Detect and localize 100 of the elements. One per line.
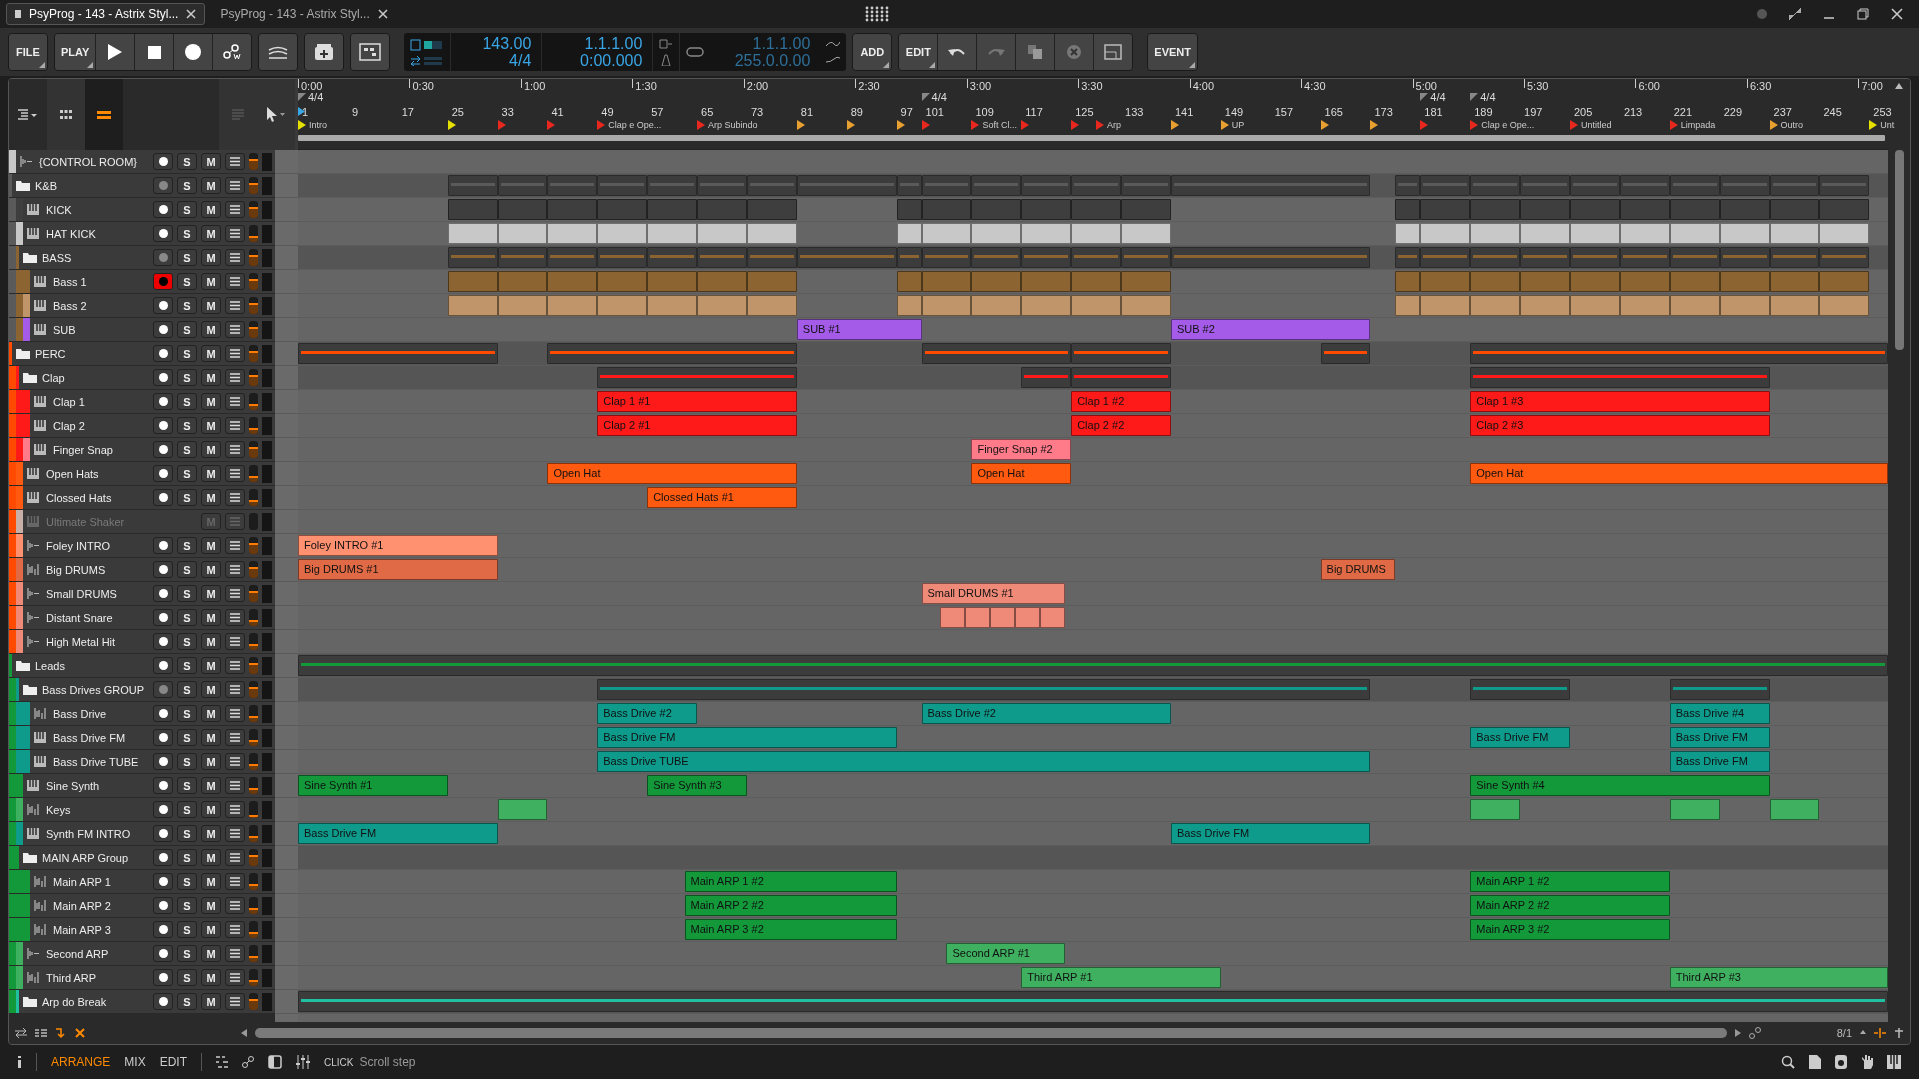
record-arm-button[interactable] <box>153 489 173 506</box>
group-clip[interactable] <box>896 175 922 196</box>
track-header[interactable]: Bass Drive S M <box>9 702 275 726</box>
clip[interactable]: Foley INTRO #1 <box>298 535 498 556</box>
clip[interactable]: Clossed Hats #1 <box>647 487 797 508</box>
close-icon[interactable] <box>1891 8 1903 20</box>
clip[interactable] <box>1819 199 1870 220</box>
clip[interactable]: Main ARP 1 #2 <box>684 871 897 892</box>
mixer-icon[interactable] <box>296 1055 311 1069</box>
list-icon[interactable] <box>35 1028 47 1038</box>
tempo-value[interactable]: 143.00 <box>482 35 532 52</box>
track-menu-button[interactable] <box>225 489 245 506</box>
group-clip[interactable] <box>697 175 747 196</box>
group-clip[interactable] <box>921 175 972 196</box>
cue-marker-icon[interactable] <box>1420 120 1429 130</box>
group-clip[interactable] <box>1619 175 1670 196</box>
track-menu-button[interactable] <box>225 777 245 794</box>
clip[interactable] <box>547 271 598 292</box>
clip[interactable] <box>1520 295 1570 316</box>
track-header[interactable]: Bass Drive FM S M <box>9 726 275 750</box>
group-clip[interactable] <box>1071 343 1171 364</box>
keyboard-icon[interactable] <box>1887 1055 1901 1069</box>
clip[interactable] <box>447 223 498 244</box>
mute-button[interactable]: M <box>201 369 221 386</box>
clip[interactable] <box>1570 271 1620 292</box>
clip[interactable] <box>1021 223 1072 244</box>
view-tab[interactable]: ARRANGE <box>51 1055 111 1069</box>
record-arm-button[interactable] <box>153 297 173 314</box>
clip[interactable]: Finger Snap #2 <box>971 439 1072 460</box>
solo-button[interactable]: S <box>177 393 197 410</box>
clip[interactable]: SUB #2 <box>1170 319 1371 340</box>
solo-button[interactable]: S <box>177 705 197 722</box>
clip[interactable]: Open Hat <box>971 463 1072 484</box>
clip[interactable]: Sine Synth #3 <box>647 775 747 796</box>
add-button[interactable]: ADD <box>853 34 892 70</box>
clip[interactable] <box>1669 799 1720 820</box>
mute-button[interactable]: M <box>201 801 221 818</box>
clip[interactable] <box>1420 295 1471 316</box>
clip[interactable] <box>1719 223 1770 244</box>
clip[interactable]: Bass Drive FM <box>1470 727 1570 748</box>
clip[interactable] <box>1021 295 1072 316</box>
info-icon[interactable] <box>18 1056 22 1068</box>
group-clip[interactable] <box>647 175 698 196</box>
cue-marker-icon[interactable] <box>447 120 456 130</box>
clip[interactable] <box>1619 199 1670 220</box>
clip[interactable] <box>497 199 548 220</box>
group-clip[interactable] <box>796 247 897 268</box>
cue-marker-icon[interactable] <box>846 120 855 130</box>
track-menu-button[interactable] <box>225 177 245 194</box>
track-header[interactable]: Open Hats S M <box>9 462 275 486</box>
mute-button[interactable]: M <box>201 225 221 242</box>
track-menu-button[interactable] <box>225 969 245 986</box>
solo-button[interactable]: S <box>177 321 197 338</box>
mute-button[interactable]: M <box>201 729 221 746</box>
clip[interactable] <box>1071 223 1122 244</box>
solo-button[interactable]: S <box>177 537 197 554</box>
clip[interactable] <box>921 295 972 316</box>
record-arm-button[interactable] <box>153 969 173 986</box>
solo-button[interactable]: S <box>177 681 197 698</box>
link-icon[interactable] <box>1748 1027 1761 1039</box>
mute-button[interactable]: M <box>201 873 221 890</box>
mute-button[interactable]: M <box>201 537 221 554</box>
record-arm-button[interactable] <box>153 585 173 602</box>
clip[interactable] <box>971 295 1022 316</box>
cue-marker-icon[interactable] <box>697 120 706 130</box>
track-menu-button[interactable] <box>225 729 245 746</box>
track-menu-button[interactable] <box>225 633 245 650</box>
group-clip[interactable] <box>1669 175 1720 196</box>
cue-marker-icon[interactable] <box>497 120 506 130</box>
track-header[interactable]: Synth FM INTRO S M <box>9 822 275 846</box>
cue-marker-icon[interactable] <box>896 120 905 130</box>
record-arm-button[interactable] <box>153 993 173 1010</box>
group-clip[interactable] <box>1021 247 1072 268</box>
duplicate-button[interactable] <box>1016 34 1055 70</box>
mute-button[interactable]: M <box>201 321 221 338</box>
group-clip[interactable] <box>746 247 797 268</box>
record-arm-button[interactable] <box>153 945 173 962</box>
track-menu-button[interactable] <box>225 681 245 698</box>
group-clip[interactable] <box>1470 343 1888 364</box>
track-header[interactable]: Foley INTRO S M <box>9 534 275 558</box>
clip[interactable]: Clap 1 #2 <box>1071 391 1171 412</box>
solo-button[interactable]: S <box>177 897 197 914</box>
mute-button[interactable]: M <box>201 465 221 482</box>
mute-button[interactable]: M <box>201 201 221 218</box>
clip[interactable] <box>497 799 548 820</box>
clip[interactable] <box>1021 199 1072 220</box>
track-header[interactable]: Keys S M <box>9 798 275 822</box>
group-clip[interactable] <box>1470 679 1570 700</box>
group-clip[interactable] <box>971 247 1022 268</box>
clip[interactable] <box>746 295 797 316</box>
clip[interactable] <box>697 223 747 244</box>
track-header[interactable]: {CONTROL ROOM} S M <box>9 150 275 174</box>
track-header[interactable]: K&B S M <box>9 174 275 198</box>
track-header[interactable]: Distant Snare S M <box>9 606 275 630</box>
pointer-tool-button[interactable] <box>257 79 295 150</box>
group-clip[interactable] <box>547 343 797 364</box>
record-arm-button[interactable] <box>153 393 173 410</box>
document-tab[interactable]: PsyProg - 143 - Astrix Styl... <box>6 3 206 25</box>
clip[interactable]: Sine Synth #1 <box>298 775 448 796</box>
clip[interactable]: Bass Drive #2 <box>597 703 698 724</box>
